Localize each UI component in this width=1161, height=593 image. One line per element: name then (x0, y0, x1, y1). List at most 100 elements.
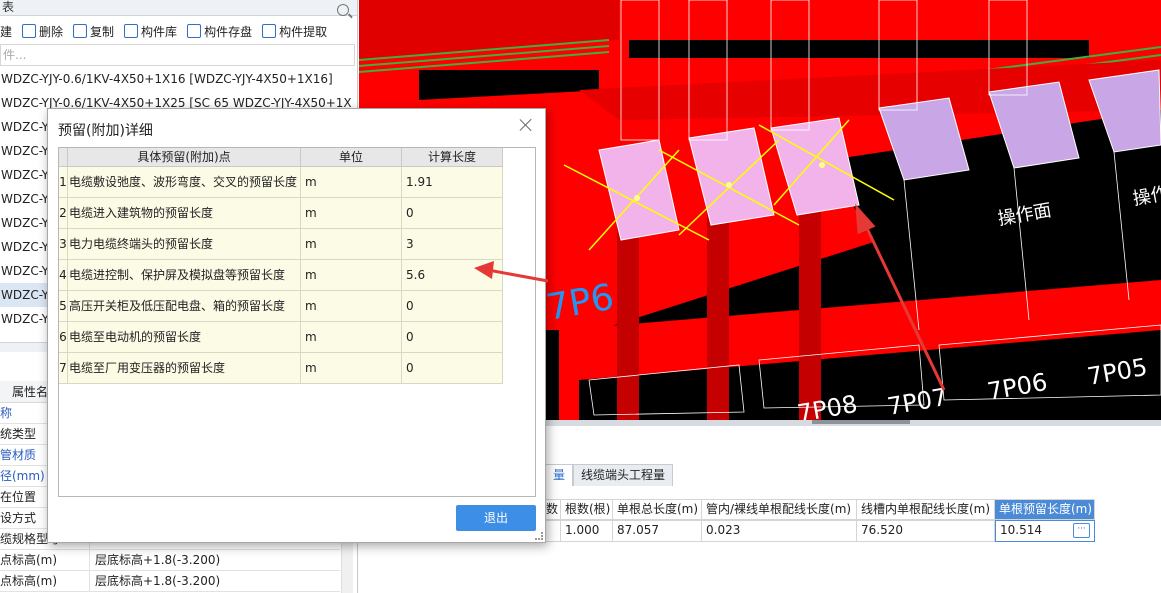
library-button[interactable]: 构件库 (124, 23, 177, 40)
reserve-point: 高压开关柜及低压配电盘、箱的预留长度 (68, 291, 301, 322)
cell[interactable]: 1.000 (561, 520, 613, 542)
unit: m (301, 260, 402, 291)
extract-label: 构件提取 (279, 24, 328, 39)
column-header: 根数(根) (561, 499, 613, 520)
bottom-tabs: 量 线缆端头工程量 (545, 464, 674, 486)
delete-button[interactable]: 删除 (22, 23, 63, 40)
column-header: 线槽内单根配线长度(m) (857, 499, 995, 520)
save-component-icon (187, 24, 202, 38)
reserved-length-dialog: 预留(附加)详细 具体预留(附加)点 单位 计算长度 1 电缆敷设弛度、波形弯度… (47, 108, 546, 543)
calc-length[interactable]: 0 (402, 353, 503, 384)
calc-length[interactable]: 0 (402, 198, 503, 229)
table-row: 5 高压开关柜及低压配电盘、箱的预留长度 m 0 (59, 291, 503, 322)
close-icon[interactable] (519, 118, 533, 132)
node-point (634, 195, 640, 201)
tab-quantity[interactable]: 量 (545, 464, 574, 486)
save-component-label: 构件存盘 (204, 24, 253, 39)
cell[interactable]: 76.520 (857, 520, 995, 542)
cell[interactable]: 87.057 (613, 520, 702, 542)
gap (629, 40, 1089, 58)
table-row: 4 电缆进控制、保护屏及模拟盘等预留长度 m 5.6 (59, 260, 503, 291)
row-number: 1 (59, 167, 68, 198)
reserve-point: 电缆进入建筑物的预留长度 (68, 198, 301, 229)
extract-icon (262, 24, 277, 38)
dialog-title: 预留(附加)详细 (58, 123, 153, 139)
column-header: 数 (545, 499, 561, 520)
search-input[interactable]: 件... (0, 44, 355, 66)
row-number: 2 (59, 198, 68, 229)
riser (707, 200, 729, 420)
reserved-length-value: 10.514 (1000, 523, 1042, 537)
property-key: 点标高(m) (0, 550, 90, 570)
library-icon (124, 24, 139, 38)
new-label: 建 (0, 24, 13, 39)
splitter-handle[interactable] (812, 420, 910, 424)
property-key: 点标高(m) (0, 571, 90, 591)
trash-icon (22, 24, 37, 38)
new-button[interactable]: 建 (0, 23, 12, 40)
row-number: 6 (59, 322, 68, 353)
library-label: 构件库 (141, 24, 178, 39)
cell[interactable] (545, 520, 561, 542)
more-button[interactable]: ··· (1073, 523, 1090, 538)
calc-length[interactable]: 0 (402, 322, 503, 353)
table-row: 1.000 87.057 0.023 76.520 10.514 ··· (545, 520, 1095, 542)
annotation-arrow (474, 261, 549, 283)
table-row: 2 电缆进入建筑物的预留长度 m 0 (59, 198, 503, 229)
reserve-point: 电力电缆终端头的预留长度 (68, 229, 301, 260)
cell-selected[interactable]: 10.514 ··· (995, 520, 1095, 542)
unit: m (301, 167, 402, 198)
table-row: 7 电缆至厂用变压器的预留长度 m 0 (59, 353, 503, 384)
search-icon[interactable] (337, 4, 349, 16)
component-toolbar: 建 删除 复制 构件库 构件存盘 构件提取 (0, 19, 357, 43)
table-row: 3 电力电缆终端头的预留长度 m 3 (59, 229, 503, 260)
extract-component-button[interactable]: 构件提取 (262, 23, 327, 40)
cell[interactable]: 0.023 (702, 520, 857, 542)
column-header: 计算长度 (402, 148, 503, 167)
reserve-point: 电缆进控制、保护屏及模拟盘等预留长度 (68, 260, 301, 291)
column-header-selected: 单根预留长度(m) (995, 499, 1095, 520)
arrow-head (474, 261, 494, 279)
column-header: 单位 (301, 148, 402, 167)
reserve-point: 电缆至厂用变压器的预留长度 (68, 353, 301, 384)
table-row: 1 电缆敷设弛度、波形弯度、交叉的预留长度 m 1.91 (59, 167, 503, 198)
property-row[interactable]: 点标高(m) 层底标高+1.8(-3.200) (0, 571, 340, 592)
column-header: 单根总长度(m) (613, 499, 702, 520)
reserve-point: 电缆至电动机的预留长度 (68, 322, 301, 353)
save-component-button[interactable]: 构件存盘 (187, 23, 252, 40)
column-header: 管内/裸线单根配线长度(m) (702, 499, 857, 520)
row-number: 5 (59, 291, 68, 322)
delete-label: 删除 (39, 24, 64, 39)
property-value[interactable]: 层底标高+1.8(-3.200) (90, 550, 220, 570)
node-point (819, 162, 825, 168)
riser (799, 190, 821, 420)
table-row: 6 电缆至电动机的预留长度 m 0 (59, 322, 503, 353)
calc-length[interactable]: 1.91 (402, 167, 503, 198)
copy-icon (73, 24, 88, 38)
resize-grip-icon[interactable] (535, 532, 543, 540)
tab-cable-terminal-quantity[interactable]: 线缆端头工程量 (573, 464, 674, 486)
row-number: 4 (59, 260, 68, 291)
panel-title: 表 (0, 0, 357, 16)
calc-length[interactable]: 0 (402, 291, 503, 322)
detail-grid: 具体预留(附加)点 单位 计算长度 1 电缆敷设弛度、波形弯度、交叉的预留长度 … (58, 147, 536, 497)
grid-header: 具体预留(附加)点 单位 计算长度 (59, 148, 503, 167)
quantity-table-header: 数 根数(根) 单根总长度(m) 管内/裸线单根配线长度(m) 线槽内单根配线长… (545, 499, 1095, 520)
node-point (726, 182, 732, 188)
property-row[interactable]: 点标高(m) 层底标高+1.8(-3.200) (0, 550, 340, 571)
riser (617, 210, 639, 420)
property-value[interactable]: 层底标高+1.8(-3.200) (90, 571, 220, 591)
list-item[interactable]: WDZC-YJY-0.6/1KV-4X50+1X16 [WDZC-YJY-4X5… (0, 67, 357, 91)
row-number: 7 (59, 353, 68, 384)
exit-button[interactable]: 退出 (456, 505, 536, 531)
unit: m (301, 322, 402, 353)
property-name-header: 属性名 (12, 385, 49, 399)
reserve-point: 电缆敷设弛度、波形弯度、交叉的预留长度 (68, 167, 301, 198)
copy-label: 复制 (90, 24, 115, 39)
unit: m (301, 353, 402, 384)
unit: m (301, 229, 402, 260)
unit: m (301, 291, 402, 322)
row-number: 3 (59, 229, 68, 260)
copy-button[interactable]: 复制 (73, 23, 114, 40)
row-number-header (59, 148, 68, 167)
